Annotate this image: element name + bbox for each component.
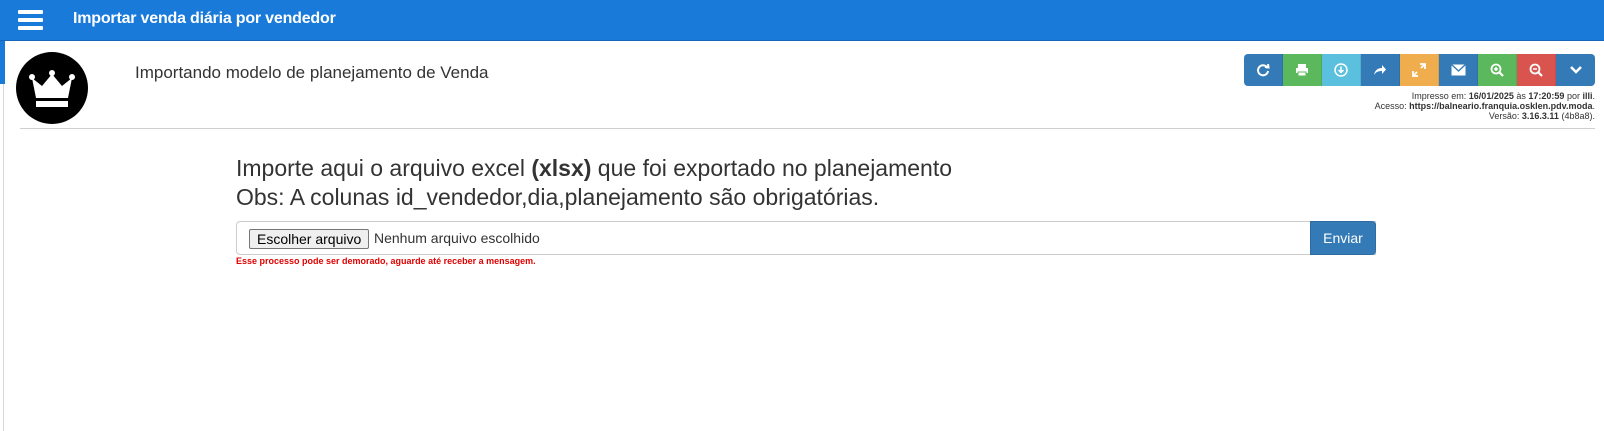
email-button[interactable] [1439,54,1478,86]
toolbar [1244,54,1595,86]
zoom-in-icon [1490,63,1504,77]
intro-text: Importe aqui o arquivo excel [236,155,532,181]
file-input[interactable]: Escolher arquivo Nenhum arquivo escolhid… [236,221,1376,255]
by-label: por [1566,91,1580,101]
chevron-down-icon [1569,66,1582,74]
file-status: Nenhum arquivo escolhido [374,230,540,246]
print-button[interactable] [1283,54,1322,86]
crown-icon [16,52,88,124]
header-divider [20,128,1595,129]
zoom-in-button[interactable] [1478,54,1517,86]
printed-user: illi [1582,91,1593,101]
intro-text-end: que foi exportado no planejamento [591,155,953,181]
refresh-button[interactable] [1244,54,1283,86]
download-icon [1334,63,1348,77]
intro-line: Importe aqui o arquivo excel (xlsx) que … [236,154,952,183]
app-title: Importar venda diária por vendedor [73,10,336,27]
top-bar: Importar venda diária por vendedor [0,0,1604,41]
access-url: https://balneario.franquia.osklen.pdv.mo… [1409,101,1593,111]
share-icon [1374,65,1386,75]
version-build: (4b8a8) [1561,111,1593,121]
printed-date: 16/01/2025 [1468,91,1514,101]
zoom-out-icon [1529,63,1543,77]
refresh-icon [1257,63,1270,77]
obs-line: Obs: A colunas id_vendedor,dia,planejame… [236,184,880,210]
send-button[interactable]: Enviar [1310,221,1376,255]
intro-format: (xlsx) [531,155,592,181]
instructions: Importe aqui o arquivo excel (xlsx) que … [236,154,952,212]
fullscreen-icon [1412,63,1426,77]
hamburger-menu-icon[interactable] [18,10,43,30]
page-heading: Importando modelo de planejamento de Ven… [135,63,489,82]
printed-label: Impresso em: [1411,91,1467,101]
fullscreen-button[interactable] [1400,54,1439,86]
printed-line: Impresso em: 16/01/2025 às 17:20:59 por … [1411,91,1595,101]
sidebar-divider [3,84,4,431]
printed-time: 17:20:59 [1528,91,1565,101]
version-line: Versão: 3.16.3.11 (4b8a8). [1488,111,1595,121]
zoom-out-button[interactable] [1517,54,1556,86]
version-number: 3.16.3.11 [1521,111,1559,121]
print-icon [1296,64,1308,77]
expand-button[interactable] [1556,54,1595,86]
at-label: às [1516,91,1526,101]
share-button[interactable] [1361,54,1400,86]
print-info: Impresso em: 16/01/2025 às 17:20:59 por … [1375,91,1595,121]
warning-message: Esse processo pode ser demorado, aguarde… [236,256,536,266]
sidebar-edge [0,41,5,84]
access-label: Acesso: [1374,101,1407,111]
version-label: Versão: [1488,111,1520,121]
email-icon [1450,64,1466,76]
download-button[interactable] [1322,54,1361,86]
access-line: Acesso: https://balneario.franquia.oskle… [1374,101,1595,111]
choose-file-button[interactable]: Escolher arquivo [249,229,370,249]
